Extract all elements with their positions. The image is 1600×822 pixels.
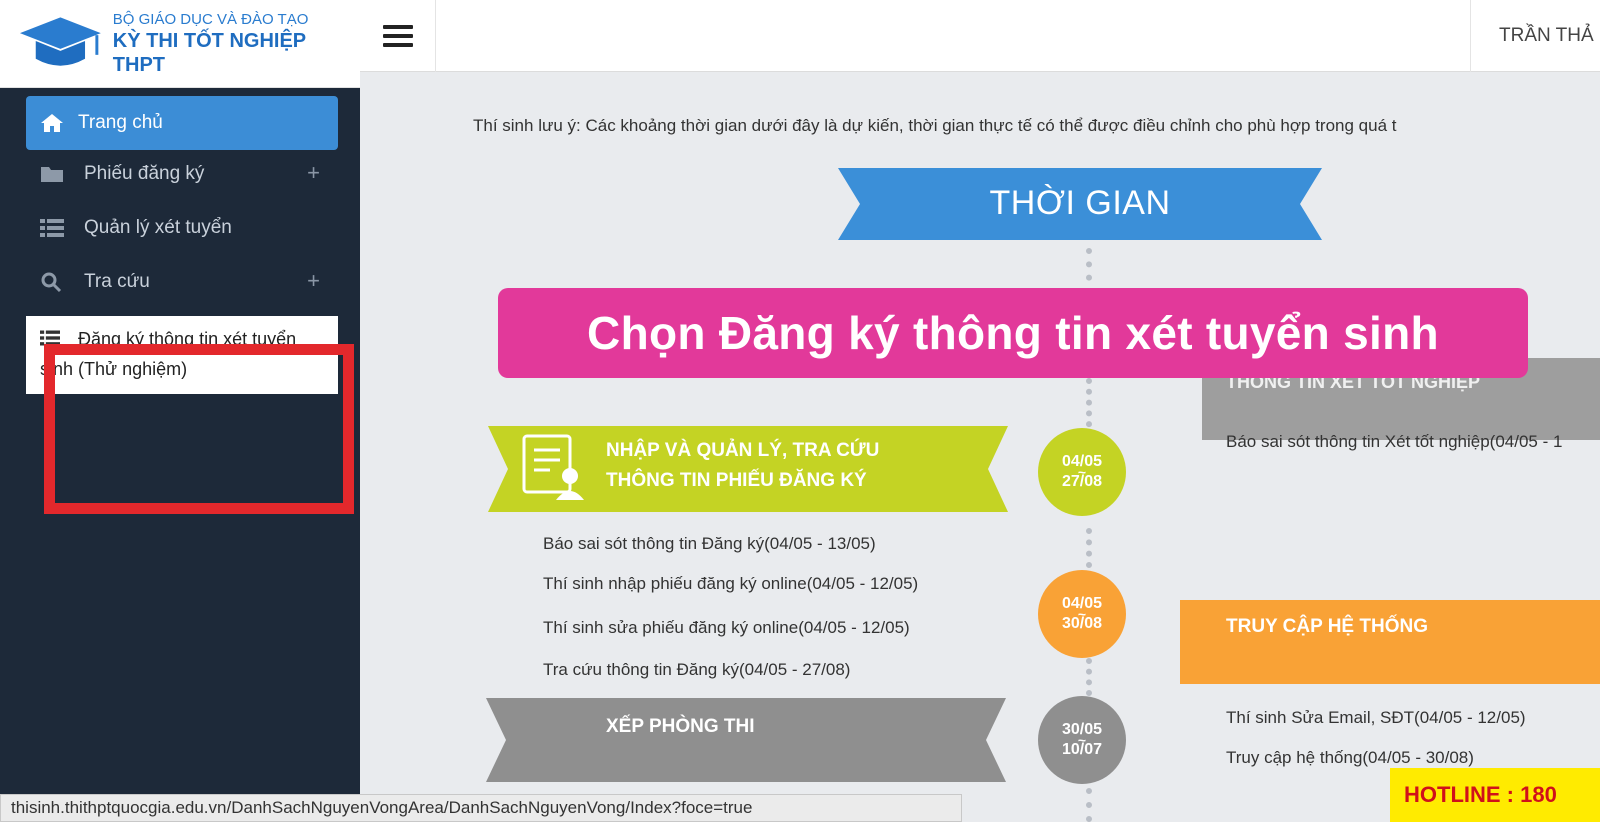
sidebar-item-label: Trang chủ <box>78 112 163 133</box>
list-item[interactable]: Tra cứu thông tin Đăng ký(04/05 - 27/08) <box>543 660 850 680</box>
browser-status-url: thisinh.thithptquocgia.edu.vn/DanhSachNg… <box>0 794 962 822</box>
logo-exam-text: KỲ THI TỐT NGHIỆP THPT <box>112 29 306 76</box>
logo-ministry-text: BỘ GIÁO DỤC VÀ ĐÀO TẠO <box>112 10 309 28</box>
instruction-overlay-caption: Chọn Đăng ký thông tin xét tuyển sinh <box>498 288 1528 378</box>
home-icon <box>41 114 63 132</box>
list-item[interactable]: Thí sinh Sửa Email, SĐT(04/05 - 12/05) <box>1226 708 1526 728</box>
date-badge: 30/05 ~10/07 <box>1038 696 1126 784</box>
hotline-banner[interactable]: HOTLINE : 180 <box>1390 768 1600 822</box>
expand-plus-icon[interactable]: + <box>307 160 320 186</box>
date-end: 30/08 <box>1061 615 1103 632</box>
menu-toggle-button[interactable] <box>360 0 436 72</box>
list-item[interactable]: Báo sai sót thông tin Đăng ký(04/05 - 13… <box>543 534 876 554</box>
graduation-cap-icon <box>19 16 101 66</box>
list-item[interactable]: Báo sai sót thông tin Xét tốt nghiệp(04/… <box>1226 432 1562 452</box>
sidebar-item-label: Quản lý xét tuyển <box>84 217 232 238</box>
list-icon <box>40 219 64 237</box>
expand-plus-icon[interactable]: + <box>307 268 320 294</box>
date-badge: 04/05 ~30/08 <box>1038 570 1126 658</box>
main-content: Thí sinh lưu ý: Các khoảng thời gian dướ… <box>360 72 1600 822</box>
system-access-title: TRUY CẬP HỆ THỐNG <box>1226 616 1428 637</box>
sidebar-item-lookup[interactable]: Tra cứu + <box>40 262 340 302</box>
search-icon <box>41 272 62 293</box>
timeline-line <box>1086 658 1094 696</box>
user-menu[interactable]: TRẦN THẢ <box>1470 0 1600 72</box>
list-item[interactable]: Thí sinh sửa phiếu đăng ký online(04/05 … <box>543 618 910 638</box>
sidebar-item-home[interactable]: Trang chủ <box>26 96 338 150</box>
registration-section-title: NHẬP VÀ QUẢN LÝ, TRA CỨU THÔNG TIN PHIẾU… <box>606 436 879 496</box>
date-badge: 04/05 ~27/08 <box>1038 428 1126 516</box>
notice-text: Thí sinh lưu ý: Các khoảng thời gian dướ… <box>473 116 1397 135</box>
timeline-line <box>1086 528 1094 568</box>
registration-section-title-line2: THÔNG TIN PHIẾU ĐĂNG KÝ <box>606 470 867 491</box>
timeline-line <box>1086 788 1094 822</box>
sidebar-item-admission-management[interactable]: Quản lý xét tuyển <box>40 208 340 248</box>
registration-section-title-line1: NHẬP VÀ QUẢN LÝ, TRA CỨU <box>606 440 880 461</box>
sidebar-item-label: Tra cứu <box>84 271 150 292</box>
site-logo[interactable]: BỘ GIÁO DỤC VÀ ĐÀO TẠO KỲ THI TỐT NGHIỆP… <box>0 0 360 88</box>
sidebar: Trang chủ Phiếu đăng ký + Quản lý xét tu… <box>0 88 360 822</box>
folder-icon <box>41 167 63 182</box>
top-bar: TRẦN THẢ <box>360 0 1600 72</box>
date-end: 10/07 <box>1061 741 1103 758</box>
exam-room-section-title: XẾP PHÒNG THI <box>606 716 755 737</box>
hamburger-icon <box>382 20 413 52</box>
list-item[interactable]: Truy cập hệ thống(04/05 - 30/08) <box>1226 748 1474 768</box>
sidebar-item-registration-form[interactable]: Phiếu đăng ký + <box>40 154 340 194</box>
system-access-header <box>1180 600 1600 684</box>
sidebar-item-label: Phiếu đăng ký <box>84 163 205 184</box>
list-item[interactable]: Thí sinh nhập phiếu đăng ký online(04/05… <box>543 574 918 594</box>
timeline-title: THỜI GIAN <box>989 184 1171 222</box>
highlight-annotation-box <box>44 344 354 514</box>
date-end: 27/08 <box>1061 473 1103 490</box>
